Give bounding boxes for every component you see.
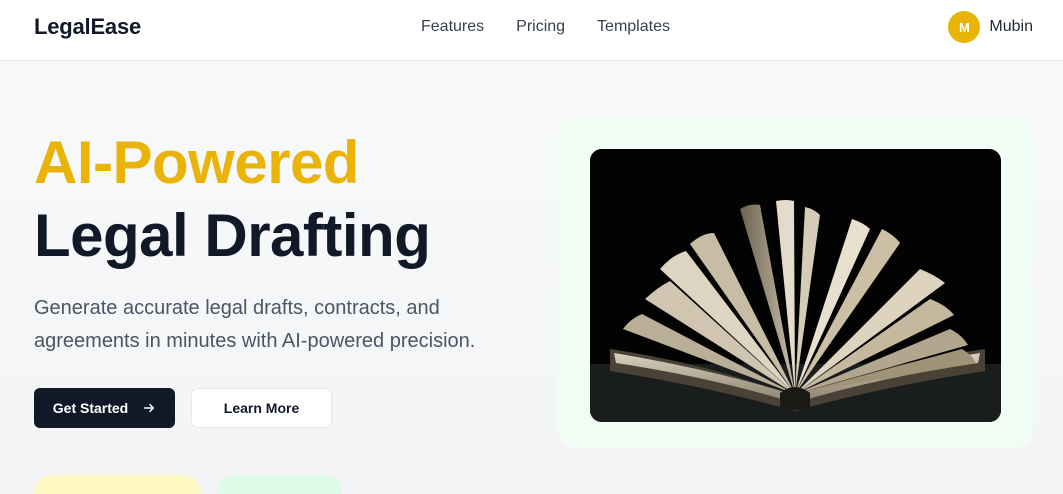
headline-accent: AI-Powered — [34, 129, 360, 196]
hero-subtext: Generate accurate legal drafts, contract… — [34, 297, 476, 352]
headline-main: Legal Drafting — [34, 202, 431, 269]
main-nav: Features Pricing Templates — [421, 18, 670, 36]
user-menu[interactable]: M Mubin — [948, 11, 1033, 43]
feature-badge-1 — [34, 475, 201, 494]
arrow-right-icon — [144, 403, 155, 413]
learn-more-label: Learn More — [223, 400, 300, 416]
get-started-button[interactable]: Get Started — [34, 388, 175, 428]
nav-link-templates[interactable]: Templates — [597, 18, 670, 36]
open-book-image — [590, 149, 1001, 422]
logo[interactable]: LegalEase — [34, 14, 141, 40]
learn-more-button[interactable]: Learn More — [191, 388, 332, 428]
nav-link-features[interactable]: Features — [421, 18, 484, 36]
top-navbar: LegalEase Features Pricing Templates M M… — [0, 0, 1063, 61]
avatar[interactable]: M — [948, 11, 981, 43]
get-started-label: Get Started — [52, 400, 129, 416]
user-name[interactable]: Mubin — [989, 18, 1033, 36]
nav-link-pricing[interactable]: Pricing — [516, 18, 565, 36]
feature-badge-2 — [217, 475, 342, 494]
